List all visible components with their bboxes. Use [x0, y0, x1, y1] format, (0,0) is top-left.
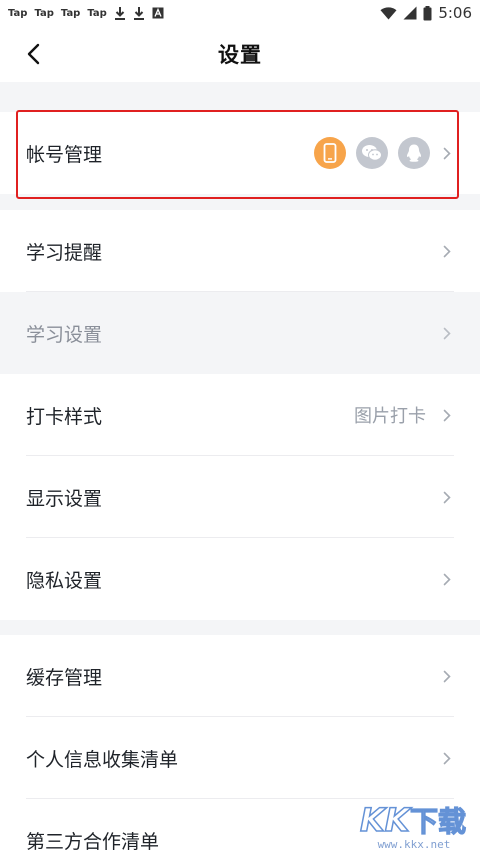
notification-icons: Tap Tap Tap Tap	[8, 6, 164, 20]
wifi-icon	[380, 6, 397, 20]
row-label: 显示设置	[26, 487, 103, 510]
privacy-settings-row[interactable]: 隐私设置	[0, 538, 480, 620]
page-title: 设置	[218, 43, 262, 67]
chevron-right-icon	[440, 409, 454, 422]
study-reminder-row[interactable]: 学习提醒	[0, 210, 480, 292]
display-settings-row[interactable]: 显示设置	[0, 456, 480, 538]
qq-icon	[398, 137, 430, 169]
personal-info-list-row[interactable]: 个人信息收集清单	[0, 717, 480, 799]
row-label: 帐号管理	[26, 143, 103, 166]
checkin-style-row[interactable]: 打卡样式 图片打卡	[0, 374, 480, 456]
svg-text:KK: KK	[360, 801, 412, 838]
row-label: 学习设置	[26, 323, 103, 346]
status-bar: Tap Tap Tap Tap 5:06	[0, 0, 480, 26]
tap-notification-icon: Tap	[87, 7, 107, 19]
row-label: 学习提醒	[26, 241, 103, 264]
row-label: 打卡样式	[26, 405, 103, 428]
chevron-right-icon	[440, 573, 454, 586]
chevron-right-icon	[440, 491, 454, 504]
chevron-right-icon	[440, 670, 454, 683]
row-value: 图片打卡	[354, 406, 426, 427]
phone-icon	[314, 137, 346, 169]
row-label: 隐私设置	[26, 569, 103, 592]
svg-text:下载: 下载	[410, 805, 466, 838]
chevron-left-icon	[27, 43, 40, 65]
watermark-url: www.kkx.net	[377, 838, 451, 851]
tap-notification-icon: Tap	[60, 7, 81, 19]
row-label: 缓存管理	[26, 666, 103, 689]
chevron-right-icon	[440, 147, 454, 160]
download-icon	[114, 6, 126, 20]
download-icon	[133, 6, 145, 20]
back-button[interactable]	[18, 38, 50, 70]
study-settings-row[interactable]: 学习设置	[0, 292, 480, 374]
watermark-logo: KK 下载 www.kkx.net	[354, 791, 474, 851]
chevron-right-icon	[440, 245, 454, 258]
signal-icon	[403, 6, 417, 20]
kk-download-logo: KK 下载	[359, 800, 466, 838]
cache-management-row[interactable]: 缓存管理	[0, 635, 480, 717]
tap-notification-icon: Tap	[34, 7, 54, 19]
chevron-right-icon	[440, 327, 454, 340]
account-management-row[interactable]: 帐号管理	[0, 112, 480, 194]
row-label: 个人信息收集清单	[26, 748, 179, 771]
wechat-icon	[356, 137, 388, 169]
clock: 5:06	[438, 4, 472, 22]
tap-notification-icon: Tap	[8, 7, 28, 19]
row-label: 第三方合作清单	[26, 830, 160, 853]
chevron-right-icon	[440, 752, 454, 765]
battery-icon	[423, 5, 432, 21]
nav-header: 设置	[0, 26, 480, 82]
app-store-icon	[152, 7, 164, 19]
